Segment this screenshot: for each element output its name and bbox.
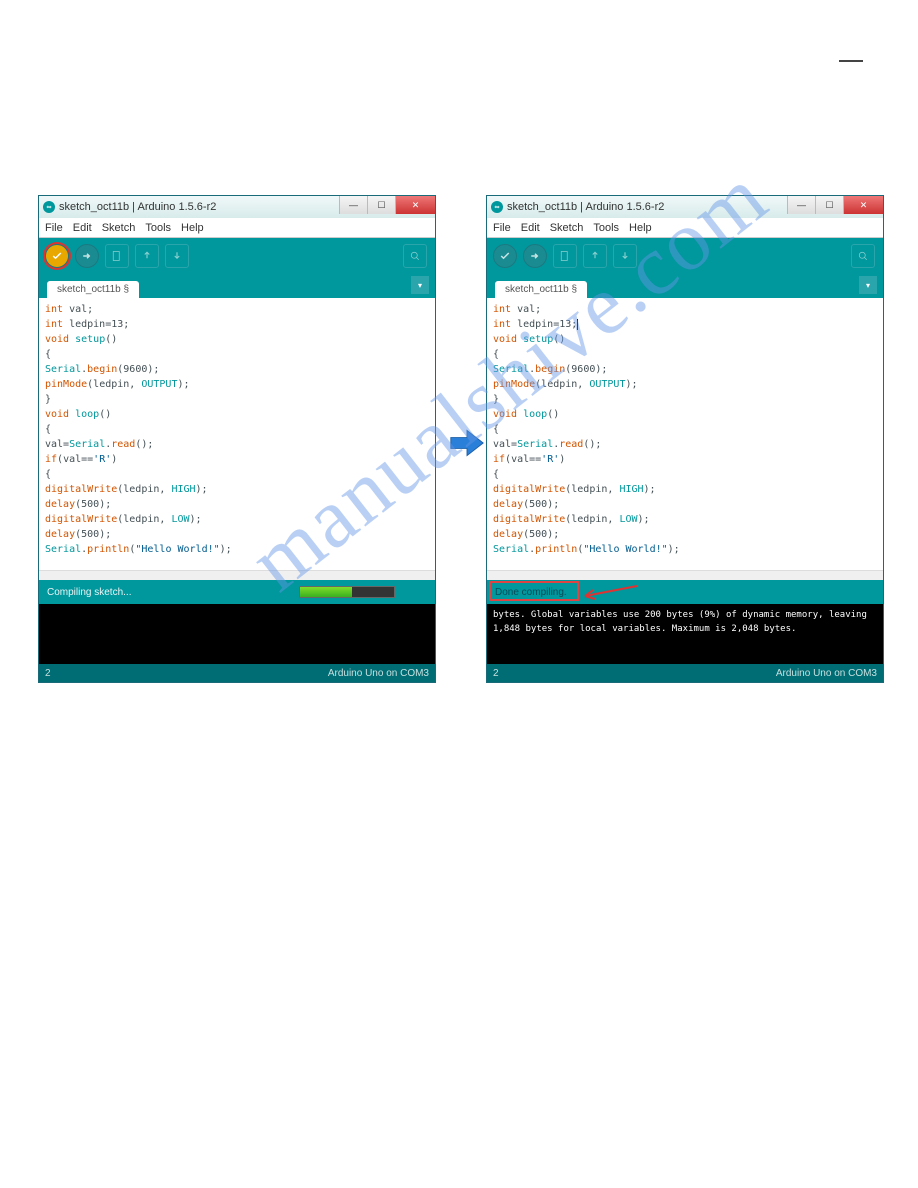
- upload-button[interactable]: [75, 244, 99, 268]
- status-bar: Compiling sketch...: [39, 580, 435, 604]
- menu-sketch[interactable]: Sketch: [550, 222, 584, 234]
- footer-bar: 2 Arduino Uno on COM3: [39, 664, 435, 682]
- new-button[interactable]: [105, 244, 129, 268]
- arduino-logo-icon: ∞: [43, 201, 55, 213]
- arduino-ide-window-left: ∞ sketch_oct11b | Arduino 1.5.6-r2 — ☐ ✕…: [38, 195, 436, 683]
- board-port-info: Arduino Uno on COM3: [776, 668, 877, 679]
- tab-bar: sketch_oct11b § ▾: [39, 274, 435, 298]
- board-port-info: Arduino Uno on COM3: [328, 668, 429, 679]
- menu-bar: File Edit Sketch Tools Help: [39, 218, 435, 238]
- serial-monitor-button[interactable]: [403, 244, 427, 268]
- menu-sketch[interactable]: Sketch: [102, 222, 136, 234]
- title-bar[interactable]: ∞ sketch_oct11b | Arduino 1.5.6-r2 — ☐ ✕: [487, 196, 883, 218]
- save-button[interactable]: [165, 244, 189, 268]
- horizontal-scrollbar[interactable]: [39, 570, 435, 580]
- arduino-logo-icon: ∞: [491, 201, 503, 213]
- annotation-arrow-icon: [579, 584, 639, 605]
- title-bar[interactable]: ∞ sketch_oct11b | Arduino 1.5.6-r2 — ☐ ✕: [39, 196, 435, 218]
- output-console[interactable]: [39, 604, 435, 664]
- toolbar: [487, 238, 883, 274]
- menu-tools[interactable]: Tools: [593, 222, 619, 234]
- menu-bar: File Edit Sketch Tools Help: [487, 218, 883, 238]
- minimize-button[interactable]: —: [339, 196, 367, 214]
- code-editor[interactable]: int val;int ledpin=13;void setup(){Seria…: [39, 298, 435, 570]
- flow-arrow-icon: [449, 425, 485, 466]
- tab-bar: sketch_oct11b § ▾: [487, 274, 883, 298]
- window-title: sketch_oct11b | Arduino 1.5.6-r2: [507, 201, 664, 213]
- line-number: 2: [45, 668, 51, 679]
- verify-button[interactable]: [493, 244, 517, 268]
- tab-menu-button[interactable]: ▾: [411, 276, 429, 294]
- maximize-button[interactable]: ☐: [367, 196, 395, 214]
- status-text: Compiling sketch...: [47, 587, 131, 598]
- serial-monitor-button[interactable]: [851, 244, 875, 268]
- minimize-button[interactable]: —: [787, 196, 815, 214]
- menu-file[interactable]: File: [45, 222, 63, 234]
- verify-button[interactable]: [45, 244, 69, 268]
- save-button[interactable]: [613, 244, 637, 268]
- menu-help[interactable]: Help: [181, 222, 204, 234]
- line-number: 2: [493, 668, 499, 679]
- sketch-tab[interactable]: sketch_oct11b §: [495, 281, 587, 298]
- menu-tools[interactable]: Tools: [145, 222, 171, 234]
- open-button[interactable]: [135, 244, 159, 268]
- status-text: Done compiling.: [495, 587, 567, 598]
- status-bar: Done compiling.: [487, 580, 883, 604]
- arduino-ide-window-right: ∞ sketch_oct11b | Arduino 1.5.6-r2 — ☐ ✕…: [486, 195, 884, 683]
- upload-button[interactable]: [523, 244, 547, 268]
- page-decoration: [839, 60, 863, 62]
- footer-bar: 2 Arduino Uno on COM3: [487, 664, 883, 682]
- close-button[interactable]: ✕: [843, 196, 883, 214]
- toolbar: [39, 238, 435, 274]
- menu-help[interactable]: Help: [629, 222, 652, 234]
- maximize-button[interactable]: ☐: [815, 196, 843, 214]
- horizontal-scrollbar[interactable]: [487, 570, 883, 580]
- menu-file[interactable]: File: [493, 222, 511, 234]
- code-editor[interactable]: int val;int ledpin=13;void setup(){Seria…: [487, 298, 883, 570]
- open-button[interactable]: [583, 244, 607, 268]
- compile-progress-bar: [299, 586, 395, 598]
- sketch-tab[interactable]: sketch_oct11b §: [47, 281, 139, 298]
- output-console[interactable]: bytes. Global variables use 200 bytes (9…: [487, 604, 883, 664]
- window-title: sketch_oct11b | Arduino 1.5.6-r2: [59, 201, 216, 213]
- close-button[interactable]: ✕: [395, 196, 435, 214]
- menu-edit[interactable]: Edit: [521, 222, 540, 234]
- menu-edit[interactable]: Edit: [73, 222, 92, 234]
- tab-menu-button[interactable]: ▾: [859, 276, 877, 294]
- new-button[interactable]: [553, 244, 577, 268]
